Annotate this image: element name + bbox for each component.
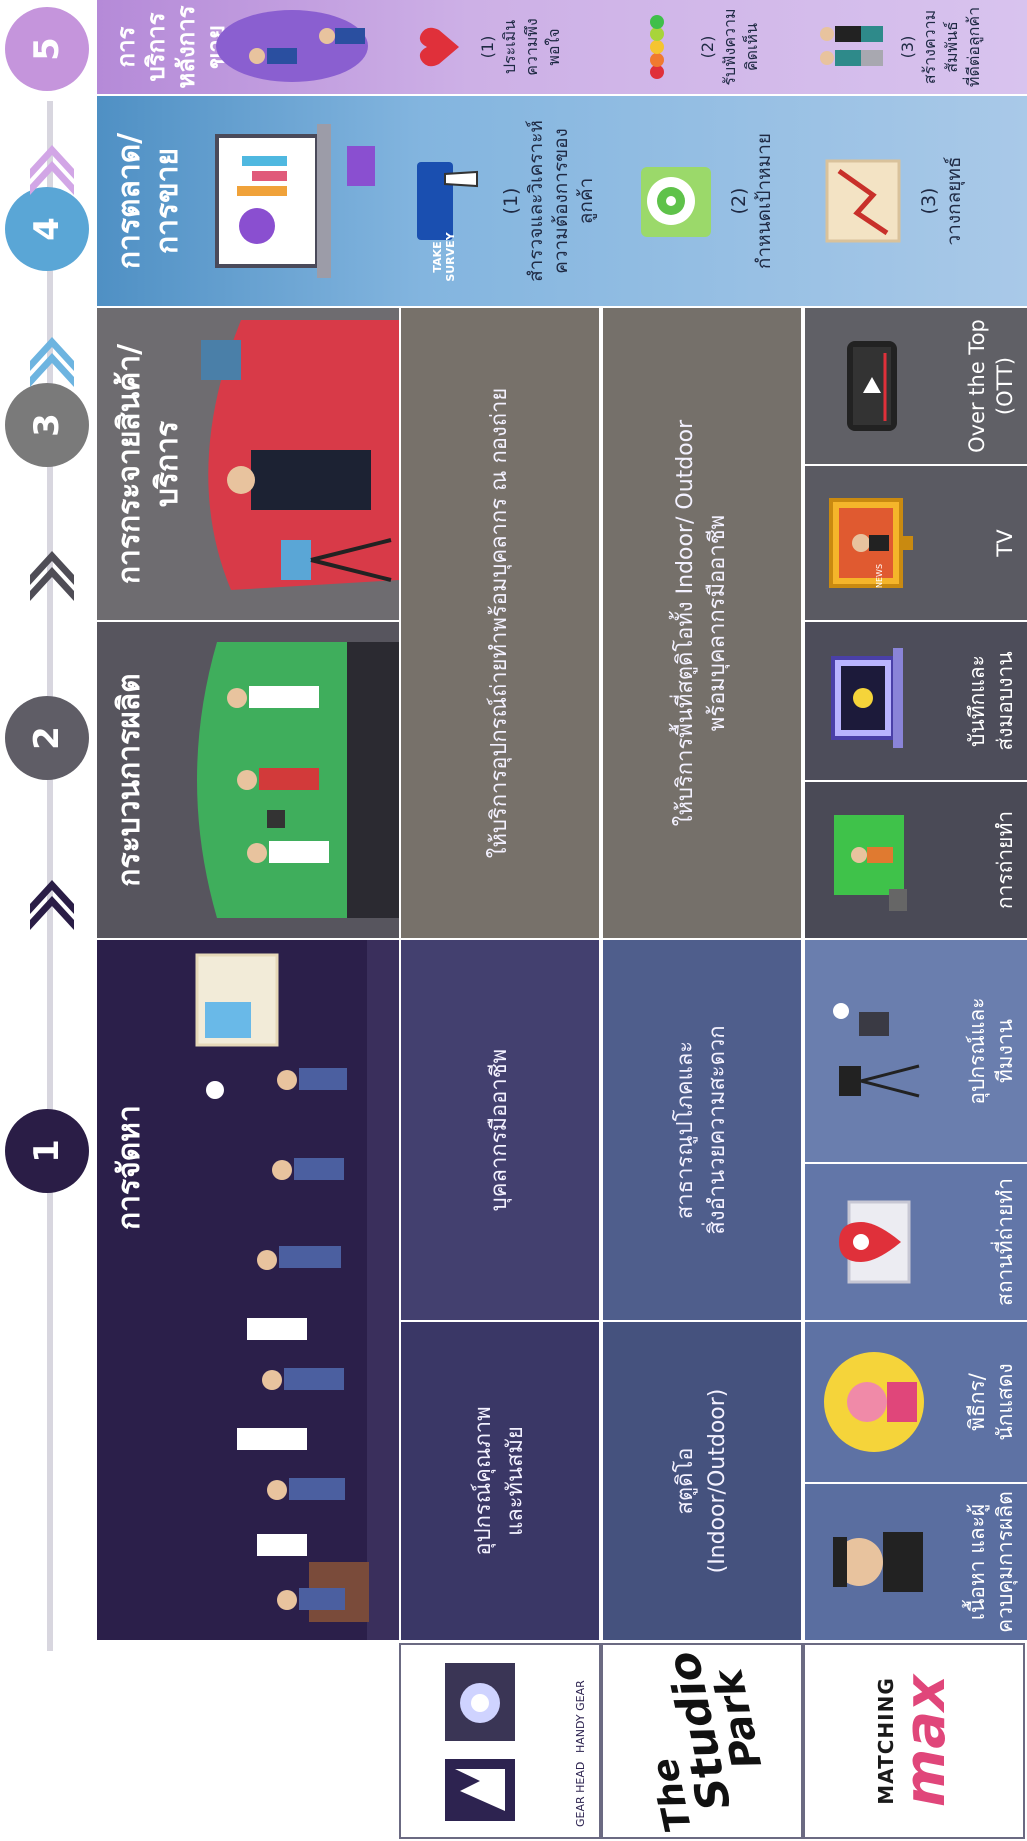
director-icon xyxy=(833,1532,923,1592)
studiopark-production-cell: ให้บริการพื้นที่สตูดิโอทั้ง Indoor/ Outd… xyxy=(603,308,801,938)
step-number: 1 xyxy=(27,1139,67,1163)
news-label: NEWS xyxy=(875,563,884,588)
heart-hand-icon xyxy=(419,27,459,67)
aftersales-item-feedback: (2) รับฟังความคิดเห็น xyxy=(627,0,807,94)
matchingmax-host-cell: พิธีกร/นักแสดง xyxy=(805,1322,1027,1482)
laptop-upload-icon xyxy=(831,648,903,748)
camera-crew-icon xyxy=(833,1003,920,1098)
column-marketing: การตลาด/ การขาย TAKE SURVEY (1) สำรวจและ… xyxy=(97,96,1027,306)
aftersales-item-text: (2) รับฟังความคิดเห็น xyxy=(698,8,761,86)
phone-play-icon xyxy=(847,341,897,431)
handy-gear-logo: HANDY GEAR GEAR HEAD xyxy=(399,1643,601,1839)
step-number: 4 xyxy=(27,217,67,241)
cell-label: สถานที่ถ่ายทำ xyxy=(993,1178,1017,1306)
marketing-item-text: (2) กำหนดเป้าหมาย xyxy=(728,132,775,270)
aftersales-item-satisfaction: (1) ประเมิน ความพึงพอใจ xyxy=(407,0,617,94)
step-number: 3 xyxy=(27,413,67,437)
cell-label: TV xyxy=(993,529,1017,557)
studio-shoot-illustration xyxy=(197,642,399,918)
studiopark-utilities-cell: สาธารณูปโภคและ สิ่งอำนวยความสะดวก xyxy=(603,940,801,1320)
take-survey-label: TAKE SURVEY xyxy=(431,232,457,282)
chevron-right-icon xyxy=(26,143,78,203)
tv-icon xyxy=(829,498,913,588)
broadcast-illustration xyxy=(201,320,399,590)
matchingmax-ott-cell: Over the Top (OTT) xyxy=(805,308,1027,464)
column-sourcing: การจัดหา xyxy=(97,940,399,1640)
matchingmax-crew-cell: อุปกรณ์และ ทีมงาน xyxy=(805,940,1027,1162)
handygear-production-cell: ให้บริการอุปกรณ์ถ่ายทำพร้อมบุคลากร ณ กอง… xyxy=(401,308,599,938)
marketing-item-target: (2) กำหนดเป้าหมาย xyxy=(627,96,807,306)
column-title-line: การขาย xyxy=(150,147,185,255)
column-distribution: การกระจายสินค้า/ บริการ xyxy=(97,308,399,620)
marketing-item-survey: TAKE SURVEY (1) สำรวจและวิเคราะห์ ความต้… xyxy=(407,96,617,306)
column-title-line: บริการ xyxy=(150,420,185,508)
matchingmax-content-cell: เนื้อหา และผู้ ควบคุมการผลิต xyxy=(805,1484,1027,1640)
host-icon xyxy=(824,1352,924,1452)
marketing-item-text: (3) วางกลยุทธ์ xyxy=(918,156,965,246)
matchingmax-location-cell: สถานที่ถ่ายทำ xyxy=(805,1164,1027,1320)
step-number: 2 xyxy=(27,726,67,750)
handy-gear-text: HANDY GEAR xyxy=(574,1680,587,1753)
office-staff-illustration xyxy=(195,940,399,1640)
marketing-item-strategy: (3) วางกลยุทธ์ xyxy=(817,96,1017,306)
handshake-people-icon xyxy=(820,26,883,66)
studiopark-studio-cell: สตูดิโอ (Indoor/Outdoor) xyxy=(603,1322,801,1640)
cell-label: การถ่ายทำ xyxy=(993,810,1017,910)
step-circle-2: 2 xyxy=(5,696,89,780)
studio-park-logo: The Studio Park xyxy=(601,1643,803,1839)
step-number: 5 xyxy=(27,37,67,61)
laptop-analytics-illustration xyxy=(215,124,375,278)
aftersales-item-relationship: (3) สร้างความสัมพันธ์ ที่ดีต่อลูกค้า xyxy=(817,0,1017,94)
chevron-right-icon xyxy=(26,335,78,395)
column-title-line: การบริการ xyxy=(112,12,170,82)
strategy-chart-icon xyxy=(825,159,901,243)
matchingmax-recording-cell: บันทึกและ ส่งมอบงาน xyxy=(805,622,1027,780)
handygear-equipment-cell: อุปกรณ์คุณภาพ และทันสมัย xyxy=(401,1322,599,1640)
step-circle-3: 3 xyxy=(5,383,89,467)
cell-label: Over the Top (OTT) xyxy=(965,319,1017,453)
support-team-illustration xyxy=(216,10,368,82)
column-production: กระบวนการผลิต xyxy=(97,622,399,938)
column-title: การตลาด/ การขาย xyxy=(111,96,187,306)
rating-scale-icon xyxy=(650,15,664,79)
step-circle-5: 5 xyxy=(5,7,89,91)
matching-max-logo-script: max xyxy=(893,1674,958,1808)
column-aftersales: การบริการ หลังการขาย (1) ประเมิน ความพึง… xyxy=(97,0,1027,94)
cell-label: บันทึกและ ส่งมอบงาน xyxy=(965,651,1017,751)
aftersales-item-text: (1) ประเมิน ความพึงพอใจ xyxy=(478,18,563,76)
cell-label: เนื้อหา และผู้ ควบคุมการผลิต xyxy=(965,1491,1017,1633)
step-timeline: 1 2 3 4 5 xyxy=(0,0,97,1841)
chevron-right-icon xyxy=(26,549,78,609)
gear-head-text: GEAR HEAD xyxy=(574,1761,587,1827)
map-pin-icon xyxy=(839,1200,911,1284)
divider xyxy=(97,1640,1027,1643)
column-title: การกระจายสินค้า/ บริการ xyxy=(111,308,187,620)
green-screen-icon xyxy=(834,815,907,911)
timeline-line xyxy=(47,101,53,1651)
step-circle-1: 1 xyxy=(5,1109,89,1193)
target-checklist-icon xyxy=(641,167,711,237)
chevron-right-icon xyxy=(26,878,78,938)
cell-label: อุปกรณ์และ ทีมงาน xyxy=(965,997,1017,1105)
handygear-personnel-cell: บุคลากรมืออาชีพ xyxy=(401,940,599,1320)
matching-max-logo: MATCHING max xyxy=(803,1643,1025,1839)
cell-label: พิธีกร/นักแสดง xyxy=(965,1363,1017,1441)
aftersales-item-text: (3) สร้างความสัมพันธ์ ที่ดีต่อลูกค้า xyxy=(898,6,983,88)
matchingmax-tv-cell: NEWS TV xyxy=(805,466,1027,620)
matchingmax-shooting-cell: การถ่ายทำ xyxy=(805,782,1027,938)
column-title-line: การกระจายสินค้า/ xyxy=(112,343,147,585)
column-title: กระบวนการผลิต xyxy=(112,673,147,887)
infographic-stage: 1 2 3 4 5 HANDY GEAR GEAR HEAD The Studi… xyxy=(0,0,1027,1841)
marketing-item-text: (1) สำรวจและวิเคราะห์ ความต้องการของ ลูก… xyxy=(500,120,597,282)
column-title-line: การตลาด/ xyxy=(112,132,147,270)
